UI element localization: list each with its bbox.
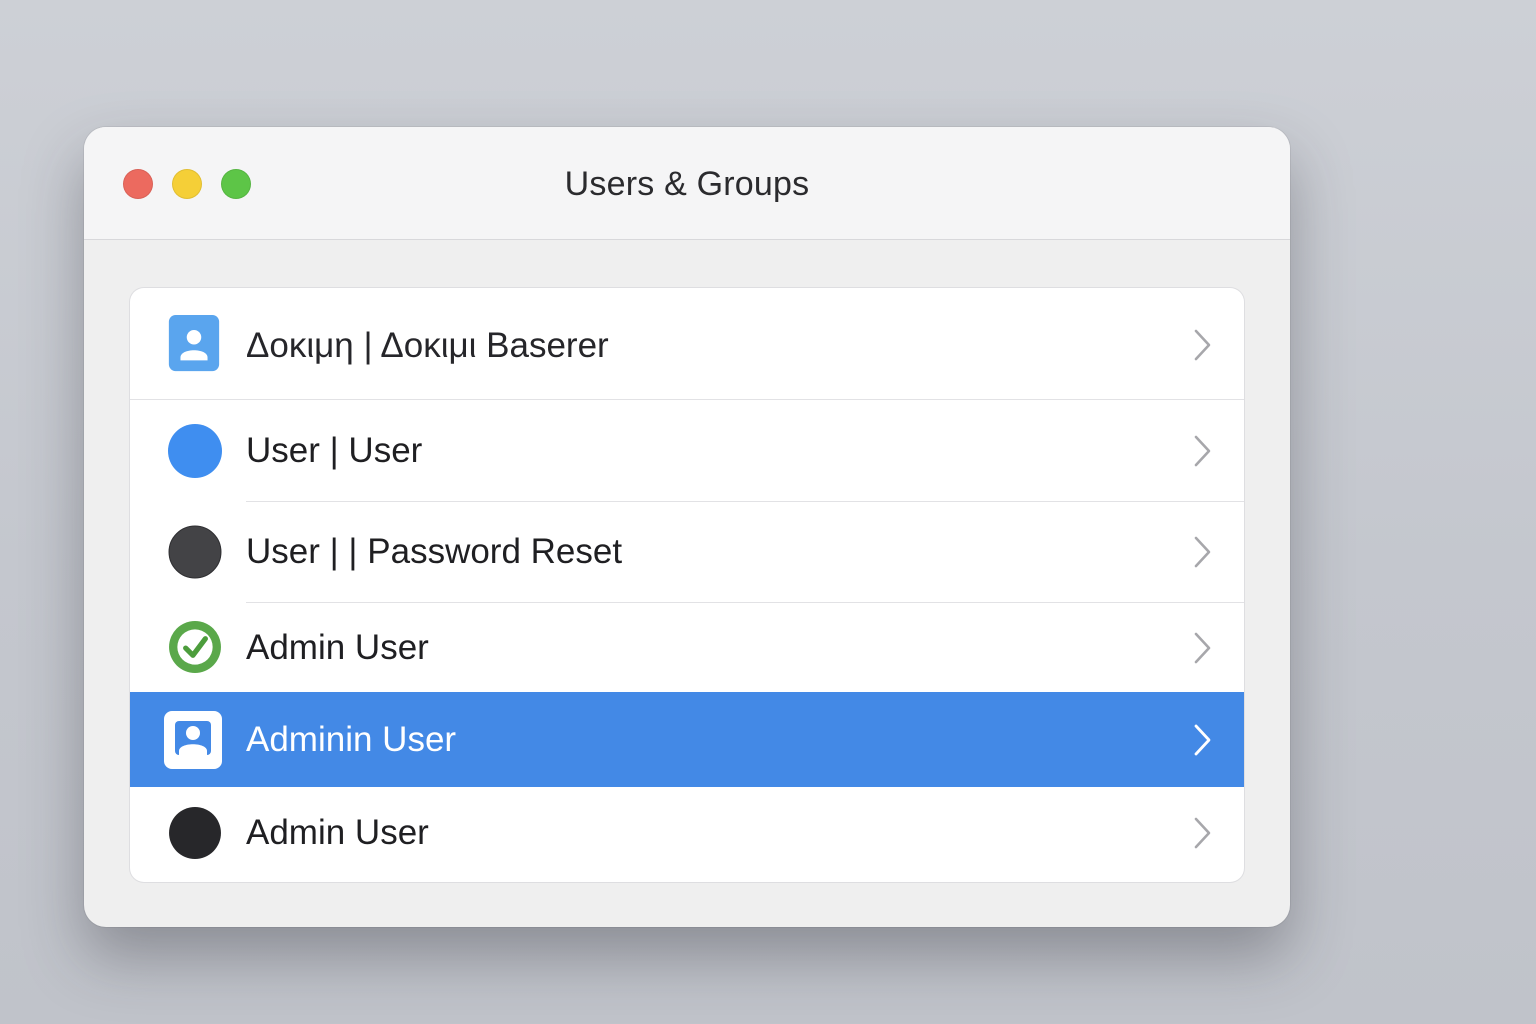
- chevron-right-icon: [1194, 817, 1211, 849]
- blue-circle-avatar: [168, 424, 222, 478]
- user-name-label: User | | Password Reset: [246, 532, 623, 571]
- chevron-right-icon: [1194, 536, 1211, 568]
- users-list: Δοκιμη | Δοκιμι Baserer User | User User…: [130, 288, 1244, 882]
- window-title: Users & Groups: [564, 165, 810, 203]
- chevron-right-icon: [1194, 632, 1211, 664]
- user-name-label: Admin User: [246, 628, 429, 667]
- chevron-right-icon: [1194, 329, 1211, 361]
- list-item-user-3[interactable]: Admin User: [130, 603, 1244, 692]
- dark-gray-circle-avatar: [168, 525, 222, 579]
- chevron-right-icon: [1194, 724, 1211, 756]
- user-name-label: Admin User: [246, 813, 429, 852]
- list-item-user-5[interactable]: Admin User: [130, 787, 1244, 882]
- list-item-user-0[interactable]: Δοκιμη | Δοκιμι Baserer: [130, 288, 1244, 399]
- black-circle-avatar: [169, 807, 221, 859]
- list-item-user-4[interactable]: Adminin User: [130, 692, 1244, 787]
- list-item-user-2[interactable]: User | | Password Reset: [130, 502, 1244, 602]
- user-card-icon: [164, 711, 222, 769]
- green-check-icon: [169, 621, 221, 673]
- title-bar: Users & Groups: [84, 127, 1290, 240]
- chevron-right-icon: [1194, 435, 1211, 467]
- list-item-user-1[interactable]: User | User: [130, 400, 1244, 501]
- users-groups-window: Users & Groups Δοκιμη | Δοκιμι Baserer U…: [84, 127, 1290, 927]
- user-name-label: Adminin User: [246, 720, 457, 759]
- user-card-icon: [168, 315, 220, 372]
- user-name-label: Δοκιμη | Δοκιμι Baserer: [246, 326, 609, 365]
- user-name-label: User | User: [246, 431, 423, 470]
